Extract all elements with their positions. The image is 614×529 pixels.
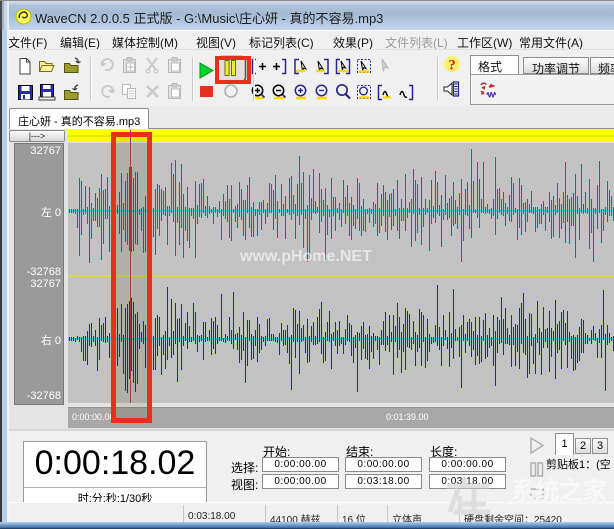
svg-text:系统之家: 系统之家 — [511, 477, 607, 505]
svg-text:?: ? — [448, 58, 456, 74]
svg-text:讯: 讯 — [492, 489, 507, 506]
